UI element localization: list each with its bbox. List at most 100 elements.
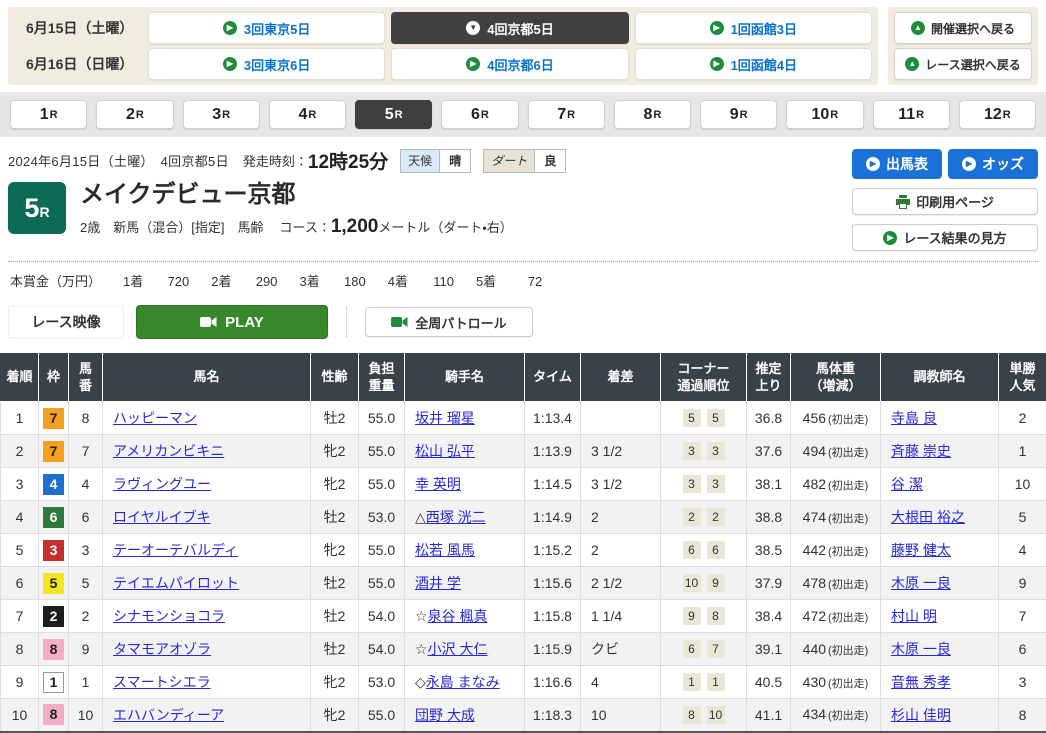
race-tab-4r[interactable]: 4R — [269, 100, 346, 129]
race-tab-1r[interactable]: 1R — [10, 100, 87, 129]
meeting-button-kyoto5[interactable]: 4回京都5日 — [391, 12, 628, 44]
meeting-button-tokyo6[interactable]: 3回東京6日 — [148, 48, 385, 80]
horse-name-link[interactable]: タマモアオゾラ — [113, 641, 211, 657]
back-to-race-select-button[interactable]: レース選択へ戻る — [894, 48, 1032, 80]
jockey-link[interactable]: 小沢 大仁 — [428, 641, 488, 657]
win-favorite: 4 — [999, 534, 1046, 567]
horse-name-link[interactable]: ハッピーマン — [113, 410, 197, 426]
trainer-link[interactable]: 村山 明 — [891, 608, 937, 624]
horse-weight-cell: 472(初出走) — [791, 600, 881, 633]
trainer-link[interactable]: 藤野 健太 — [891, 542, 951, 558]
race-tab-6r[interactable]: 6R — [441, 100, 518, 129]
race-date: 2024年6月15日（土曜） 4回京都5日 — [8, 151, 229, 170]
corner-position: 10 — [683, 574, 701, 592]
date-course-selector: 6月15日（土曜） 3回東京5日 4回京都5日 1回函館3日 6月16日（日曜）… — [8, 7, 1038, 85]
back-to-meeting-select-button[interactable]: 開催選択へ戻る — [894, 12, 1032, 44]
trainer-link[interactable]: 大根田 裕之 — [891, 509, 965, 525]
jockey-link[interactable]: 松山 弘平 — [415, 443, 475, 459]
corner-positions: 11 — [661, 666, 747, 699]
race-number-tabs: 1R 2R 3R 4R 5R 6R 7R 8R 9R 10R 11R 12R — [0, 92, 1046, 137]
apprentice-mark: △ — [415, 509, 426, 525]
results-tbody: 1 7 8 ハッピーマン 牡2 55.0 坂井 瑠星 1:13.4 55 36.… — [1, 402, 1046, 732]
jockey-link[interactable]: 泉谷 楓真 — [428, 608, 488, 624]
horse-name-link[interactable]: スマートシエラ — [113, 674, 211, 690]
horse-weight-value: 474 — [803, 509, 826, 525]
trainer-cell: 音無 秀孝 — [881, 666, 999, 699]
frame-badge: 1 — [43, 672, 64, 693]
start-time-value: 12時25分 — [308, 147, 388, 174]
jockey-link[interactable]: 松若 風馬 — [415, 542, 475, 558]
meeting-button-hakodate4[interactable]: 1回函館4日 — [635, 48, 872, 80]
race-tab-2r[interactable]: 2R — [96, 100, 173, 129]
corner-position: 5 — [683, 409, 701, 427]
horse-name-link[interactable]: テーオーテバルディ — [113, 542, 238, 558]
margin — [581, 402, 661, 435]
race-tab-12r[interactable]: 12R — [959, 100, 1036, 129]
jockey-link[interactable]: 酒井 学 — [415, 575, 461, 591]
race-tab-9r[interactable]: 9R — [700, 100, 777, 129]
trainer-link[interactable]: 斉藤 崇史 — [891, 443, 951, 459]
frame-badge: 8 — [43, 704, 64, 725]
race-tab-number: 4 — [298, 106, 307, 124]
race-tab-10r[interactable]: 10R — [786, 100, 863, 129]
horse-name-link[interactable]: テイエムパイロット — [113, 575, 239, 591]
trainer-link[interactable]: 木原 一良 — [891, 641, 951, 657]
entries-button[interactable]: 出馬表 — [852, 149, 942, 179]
meeting-button-hakodate3[interactable]: 1回函館3日 — [635, 12, 872, 44]
trainer-link[interactable]: 杉山 佳明 — [891, 707, 951, 723]
prize-amount: 180 — [320, 274, 366, 289]
print-button-label: 印刷用ページ — [916, 192, 994, 211]
meeting-button-tokyo5[interactable]: 3回東京5日 — [148, 12, 385, 44]
margin: 4 — [581, 666, 661, 699]
horse-weight-cell: 494(初出走) — [791, 435, 881, 468]
sex-age: 牝2 — [311, 699, 359, 732]
race-tab-3r[interactable]: 3R — [183, 100, 260, 129]
print-page-button[interactable]: 印刷用ページ — [852, 188, 1038, 215]
jockey-link[interactable]: 西塚 洸二 — [426, 509, 486, 525]
horse-weight-cell: 430(初出走) — [791, 666, 881, 699]
race-tab-number: 9 — [730, 106, 739, 124]
play-video-button[interactable]: PLAY — [136, 305, 328, 339]
horse-name-link[interactable]: ラヴィングユー — [113, 476, 211, 492]
race-tab-8r[interactable]: 8R — [614, 100, 691, 129]
race-tab-7r[interactable]: 7R — [528, 100, 605, 129]
video-camera-icon — [200, 316, 217, 328]
horse-name-cell: ロイヤルイブキ — [103, 501, 311, 534]
odds-button[interactable]: オッズ — [948, 149, 1038, 179]
meeting-button-kyoto6[interactable]: 4回京都6日 — [391, 48, 628, 80]
race-tab-5r[interactable]: 5R — [355, 100, 432, 129]
horse-name-link[interactable]: ロイヤルイブキ — [113, 509, 211, 525]
horse-name-link[interactable]: アメリカンビキニ — [113, 443, 224, 459]
jockey-link[interactable]: 団野 大成 — [415, 707, 475, 723]
win-favorite: 7 — [999, 600, 1046, 633]
result-row: 6 5 5 テイエムパイロット 牡2 55.0 酒井 学 1:15.6 2 1/… — [1, 567, 1046, 600]
finish-time: 1:15.2 — [525, 534, 581, 567]
horse-weight-diff: (初出走) — [828, 678, 868, 690]
video-camera-icon — [391, 316, 408, 328]
last-3f-time: 39.1 — [747, 633, 791, 666]
horse-name-link[interactable]: エハバンディーア — [113, 707, 224, 723]
meeting-label: 1回函館3日 — [731, 19, 797, 38]
race-tab-number: 12 — [984, 106, 1002, 124]
jockey-link[interactable]: 幸 英明 — [415, 476, 461, 492]
win-favorite: 10 — [999, 468, 1046, 501]
corner-position: 1 — [707, 673, 725, 691]
horse-name-link[interactable]: シナモンショコラ — [113, 608, 225, 624]
col-finish-position: 着順 — [1, 354, 39, 402]
finish-time: 1:15.9 — [525, 633, 581, 666]
race-tab-11r[interactable]: 11R — [873, 100, 950, 129]
apprentice-mark: ☆ — [415, 641, 428, 657]
trainer-link[interactable]: 寺島 良 — [891, 410, 937, 426]
sex-age: 牡2 — [311, 633, 359, 666]
trainer-link[interactable]: 谷 潔 — [891, 476, 923, 492]
finish-time: 1:15.8 — [525, 600, 581, 633]
horse-name-cell: テイエムパイロット — [103, 567, 311, 600]
trainer-link[interactable]: 音無 秀孝 — [891, 674, 951, 690]
result-guide-button[interactable]: レース結果の見方 — [852, 224, 1038, 251]
patrol-video-button[interactable]: 全周パトロール — [365, 307, 533, 337]
jockey-link[interactable]: 坂井 瑠星 — [415, 410, 475, 426]
trainer-link[interactable]: 木原 一良 — [891, 575, 951, 591]
jockey-link[interactable]: 永島 まなみ — [426, 674, 500, 690]
finish-time: 1:14.5 — [525, 468, 581, 501]
race-video-label: レース映像 — [8, 306, 124, 338]
